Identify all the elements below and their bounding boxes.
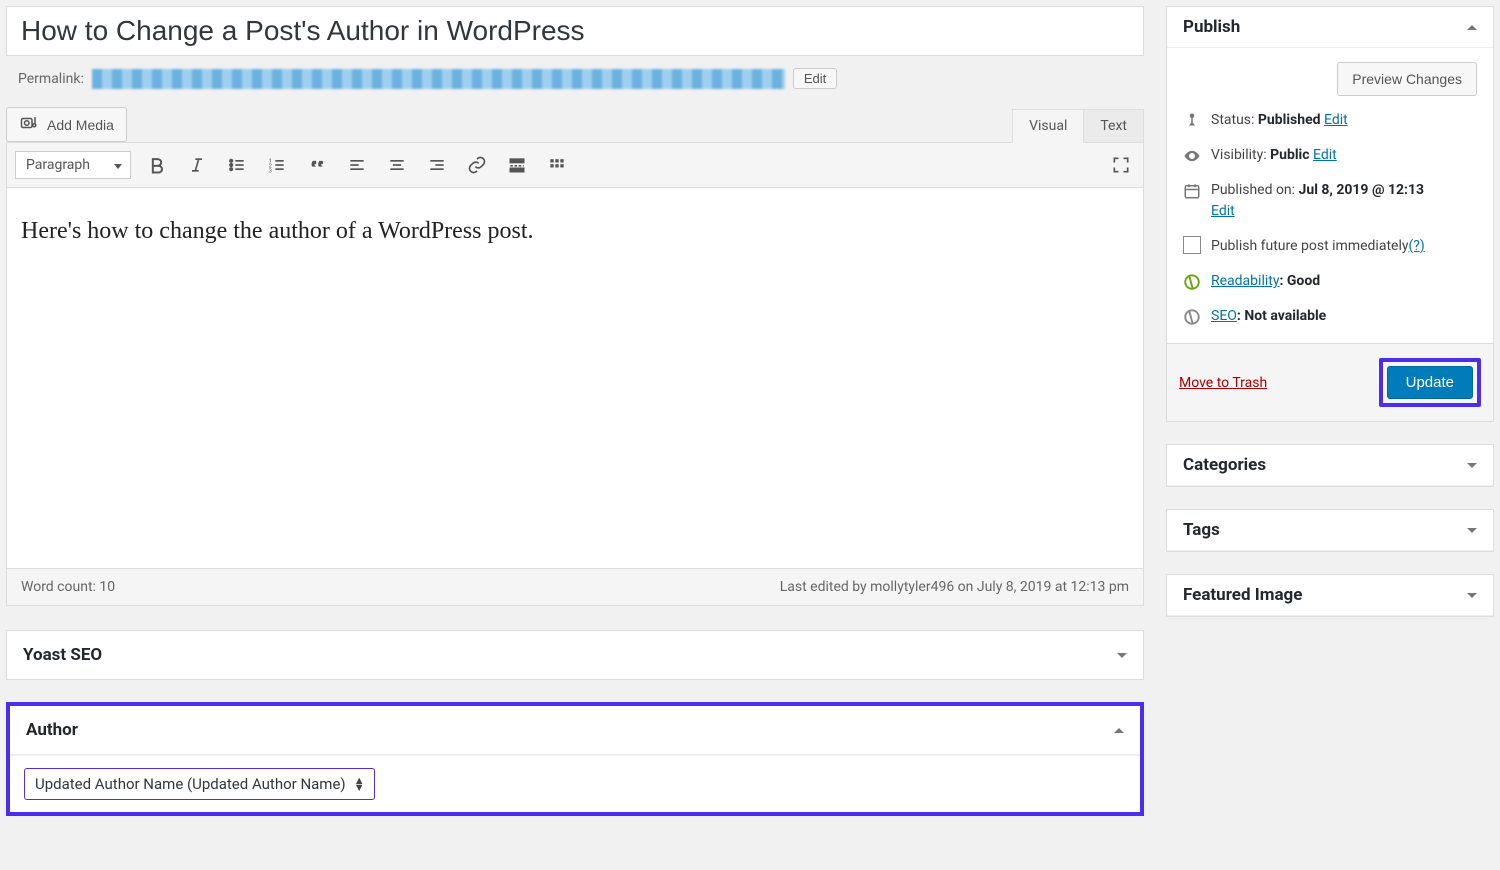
update-button[interactable]: Update	[1387, 366, 1473, 399]
status-edit-link[interactable]: Edit	[1324, 112, 1348, 128]
eye-icon	[1183, 147, 1201, 165]
published-date-text: Published on: Jul 8, 2019 @ 12:13Edit	[1211, 180, 1424, 222]
visibility-text: Visibility: Public Edit	[1211, 145, 1337, 166]
seo-link[interactable]: SEO	[1211, 308, 1237, 324]
align-right-button[interactable]	[423, 151, 451, 179]
publish-panel-toggle[interactable]: Publish	[1167, 7, 1493, 48]
author-panel-title: Author	[26, 720, 78, 740]
date-edit-link[interactable]: Edit	[1211, 203, 1235, 219]
visibility-edit-link[interactable]: Edit	[1313, 147, 1337, 163]
readmore-button[interactable]	[503, 151, 531, 179]
caret-up-icon	[1114, 728, 1124, 733]
add-media-label: Add Media	[47, 117, 114, 133]
permalink-label: Permalink:	[18, 71, 84, 87]
categories-panel-toggle[interactable]: Categories	[1167, 445, 1493, 486]
pin-icon	[1183, 112, 1201, 130]
tab-visual[interactable]: Visual	[1012, 109, 1084, 143]
last-edited: Last edited by mollytyler496 on July 8, …	[780, 579, 1129, 595]
caret-down-icon	[1467, 463, 1477, 468]
future-help-link[interactable]: (?)	[1408, 238, 1424, 254]
readability-text: Readability: Good	[1211, 271, 1320, 292]
blockquote-button[interactable]	[303, 151, 331, 179]
move-to-trash-link[interactable]: Move to Trash	[1179, 375, 1267, 391]
caret-down-icon	[1467, 528, 1477, 533]
yoast-seo-title: Yoast SEO	[23, 645, 102, 665]
camera-music-icon	[19, 114, 39, 135]
yoast-readability-icon	[1183, 273, 1201, 291]
readability-link[interactable]: Readability	[1211, 273, 1279, 289]
caret-down-icon	[1467, 593, 1477, 598]
bullet-list-button[interactable]	[223, 151, 251, 179]
align-left-button[interactable]	[343, 151, 371, 179]
align-center-button[interactable]	[383, 151, 411, 179]
categories-title: Categories	[1183, 455, 1266, 475]
yoast-seo-panel-toggle[interactable]: Yoast SEO	[7, 631, 1143, 679]
select-arrows-icon: ▲▼	[354, 777, 365, 791]
toolbar-toggle-button[interactable]	[543, 151, 571, 179]
preview-changes-button[interactable]: Preview Changes	[1337, 62, 1477, 96]
publish-title: Publish	[1183, 17, 1240, 37]
calendar-icon	[1183, 182, 1201, 200]
author-select[interactable]: Updated Author Name (Updated Author Name…	[24, 768, 375, 800]
permalink-edit-button[interactable]: Edit	[793, 68, 837, 89]
featured-image-title: Featured Image	[1183, 585, 1302, 605]
future-post-label: Publish future post immediately(?)	[1211, 236, 1425, 257]
bold-button[interactable]	[143, 151, 171, 179]
add-media-button[interactable]: Add Media	[6, 107, 127, 142]
author-panel-toggle[interactable]: Author	[10, 706, 1140, 755]
italic-button[interactable]	[183, 151, 211, 179]
future-post-checkbox[interactable]	[1183, 236, 1201, 254]
editor-content[interactable]: Here's how to change the author of a Wor…	[7, 188, 1143, 568]
numbered-list-button[interactable]: 123	[263, 151, 291, 179]
fullscreen-button[interactable]	[1107, 151, 1135, 179]
permalink-url	[92, 69, 785, 89]
seo-text: SEO: Not available	[1211, 306, 1326, 327]
format-select-label: Paragraph	[26, 157, 90, 173]
caret-up-icon	[1467, 25, 1477, 30]
caret-down-icon	[1117, 653, 1127, 658]
link-button[interactable]	[463, 151, 491, 179]
post-title-input[interactable]	[6, 6, 1144, 56]
featured-image-panel-toggle[interactable]: Featured Image	[1167, 575, 1493, 616]
yoast-seo-icon	[1183, 308, 1201, 326]
status-text: Status: Published Edit	[1211, 110, 1348, 131]
svg-text:3: 3	[269, 169, 272, 175]
author-select-value: Updated Author Name (Updated Author Name…	[35, 775, 346, 793]
format-select[interactable]: Paragraph	[15, 151, 131, 179]
tab-text[interactable]: Text	[1084, 109, 1144, 143]
tags-title: Tags	[1183, 520, 1220, 540]
tags-panel-toggle[interactable]: Tags	[1167, 510, 1493, 551]
word-count: Word count: 10	[21, 579, 115, 595]
